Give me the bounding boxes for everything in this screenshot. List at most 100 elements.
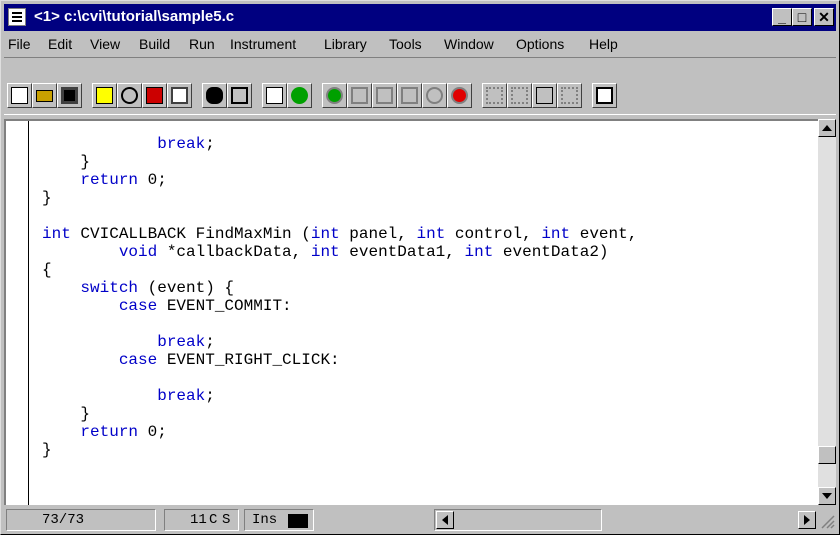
code-token: eventData1, xyxy=(339,243,465,261)
code-token: 0; xyxy=(138,171,167,189)
breakpoint-toggle-icon[interactable] xyxy=(322,83,347,108)
new-file-icon[interactable] xyxy=(7,83,32,108)
code-line[interactable]: } xyxy=(42,405,90,423)
save-disk-icon[interactable] xyxy=(57,83,82,108)
watch-variables-icon[interactable] xyxy=(482,83,507,108)
keyword: int xyxy=(416,225,446,243)
step-into-icon[interactable] xyxy=(347,83,372,108)
scroll-thumb[interactable] xyxy=(818,446,836,464)
insert-mode-panel: Ins xyxy=(244,509,314,531)
maximize-button[interactable]: □ xyxy=(792,8,812,26)
column-panel: 11 C S xyxy=(164,509,239,531)
code-token: *callbackData, xyxy=(157,243,311,261)
code-token: 0; xyxy=(138,423,167,441)
vertical-scrollbar[interactable] xyxy=(818,119,836,505)
go-to-definition-icon[interactable] xyxy=(117,83,142,108)
menu-window[interactable]: Window xyxy=(444,36,494,52)
code-line[interactable]: break; xyxy=(42,135,215,153)
edit-variable-icon[interactable] xyxy=(532,83,557,108)
code-line[interactable]: break; xyxy=(42,387,215,405)
minimize-button[interactable]: _ xyxy=(772,8,792,26)
code-token: { xyxy=(42,261,52,279)
line-position-panel: 73/73 xyxy=(6,509,156,531)
code-line[interactable]: return 0; xyxy=(42,171,167,189)
step-over-icon[interactable] xyxy=(372,83,397,108)
menu-help[interactable]: Help xyxy=(589,36,618,52)
code-line[interactable]: } xyxy=(42,189,52,207)
code-line[interactable]: switch (event) { xyxy=(42,279,234,297)
title-bar[interactable]: <1> c:\cvi\tutorial\sample5.c _ □ ✕ xyxy=(4,4,836,31)
code-token: EVENT_RIGHT_CLICK: xyxy=(157,351,340,369)
code-line[interactable]: case EVENT_COMMIT: xyxy=(42,297,292,315)
window-title: <1> c:\cvi\tutorial\sample5.c xyxy=(34,8,235,25)
source-editor[interactable]: break; } return 0; } int CVICALLBACK Fin… xyxy=(4,119,818,505)
keyword: int xyxy=(464,243,494,261)
code-line[interactable]: case EVENT_RIGHT_CLICK: xyxy=(42,351,340,369)
keyword: case xyxy=(118,297,158,315)
code-line[interactable]: void *callbackData, int eventData1, int … xyxy=(42,243,609,261)
code-token: control, xyxy=(445,225,542,243)
code-token: } xyxy=(42,189,52,207)
open-folder-icon[interactable] xyxy=(32,83,57,108)
keyword: return xyxy=(80,423,139,441)
code-line[interactable]: } xyxy=(42,153,90,171)
menu-build[interactable]: Build xyxy=(139,36,170,52)
run-list-icon[interactable] xyxy=(262,83,287,108)
run-figure-icon[interactable] xyxy=(287,83,312,108)
scroll-up-arrow-icon[interactable] xyxy=(818,119,836,137)
find-replace-icon[interactable] xyxy=(227,83,252,108)
scroll-right-arrow-icon[interactable] xyxy=(798,511,816,529)
code-line[interactable]: { xyxy=(42,261,52,279)
keyword: void xyxy=(118,243,158,261)
stop-icon[interactable] xyxy=(447,83,472,108)
close-button[interactable]: ✕ xyxy=(814,8,834,26)
window-list-icon[interactable] xyxy=(592,83,617,108)
menu-run[interactable]: Run xyxy=(189,36,215,52)
resize-grip-icon[interactable] xyxy=(819,513,835,529)
function-panel-icon[interactable] xyxy=(167,83,192,108)
scroll-down-arrow-icon[interactable] xyxy=(818,487,836,505)
code-token: ; xyxy=(205,135,215,153)
scroll-left-arrow-icon[interactable] xyxy=(436,511,454,529)
code-token: (event) { xyxy=(138,279,235,297)
continue-icon[interactable] xyxy=(422,83,447,108)
code-token: ; xyxy=(205,333,215,351)
keyword: break xyxy=(157,333,206,351)
menu-tools[interactable]: Tools xyxy=(389,36,422,52)
grid-icon xyxy=(288,514,308,528)
menu-file[interactable]: File xyxy=(8,36,31,52)
keyword: break xyxy=(157,387,206,405)
keyword: switch xyxy=(80,279,139,297)
toolbar xyxy=(4,57,836,115)
menu-options[interactable]: Options xyxy=(516,36,564,52)
status-bar: 73/73 11 C S Ins xyxy=(4,507,836,533)
code-token: EVENT_COMMIT: xyxy=(157,297,292,315)
code-token: ; xyxy=(205,387,215,405)
menu-instrument[interactable]: Instrument xyxy=(230,36,296,52)
menu-edit[interactable]: Edit xyxy=(48,36,72,52)
line-position: 73/73 xyxy=(42,512,85,528)
code-line[interactable]: } xyxy=(42,441,52,459)
keyword: int xyxy=(42,225,71,243)
keyword: int xyxy=(310,243,340,261)
document-icon[interactable] xyxy=(8,8,26,26)
code-line[interactable]: int CVICALLBACK FindMaxMin (int panel, i… xyxy=(42,225,637,243)
code-line[interactable]: break; xyxy=(42,333,215,351)
code-line[interactable]: return 0; xyxy=(42,423,167,441)
compile-icon[interactable] xyxy=(92,83,117,108)
step-out-icon[interactable] xyxy=(397,83,422,108)
menu-library[interactable]: Library xyxy=(324,36,367,52)
horizontal-scrollbar[interactable] xyxy=(434,509,602,531)
tag-icon[interactable] xyxy=(142,83,167,108)
code-text[interactable]: break; } return 0; } int CVICALLBACK Fin… xyxy=(42,135,637,459)
insert-mode: Ins xyxy=(252,512,278,528)
view-variables-icon[interactable] xyxy=(507,83,532,108)
find-function-icon[interactable] xyxy=(557,83,582,108)
find-binoculars-icon[interactable] xyxy=(202,83,227,108)
menu-view[interactable]: View xyxy=(90,36,120,52)
